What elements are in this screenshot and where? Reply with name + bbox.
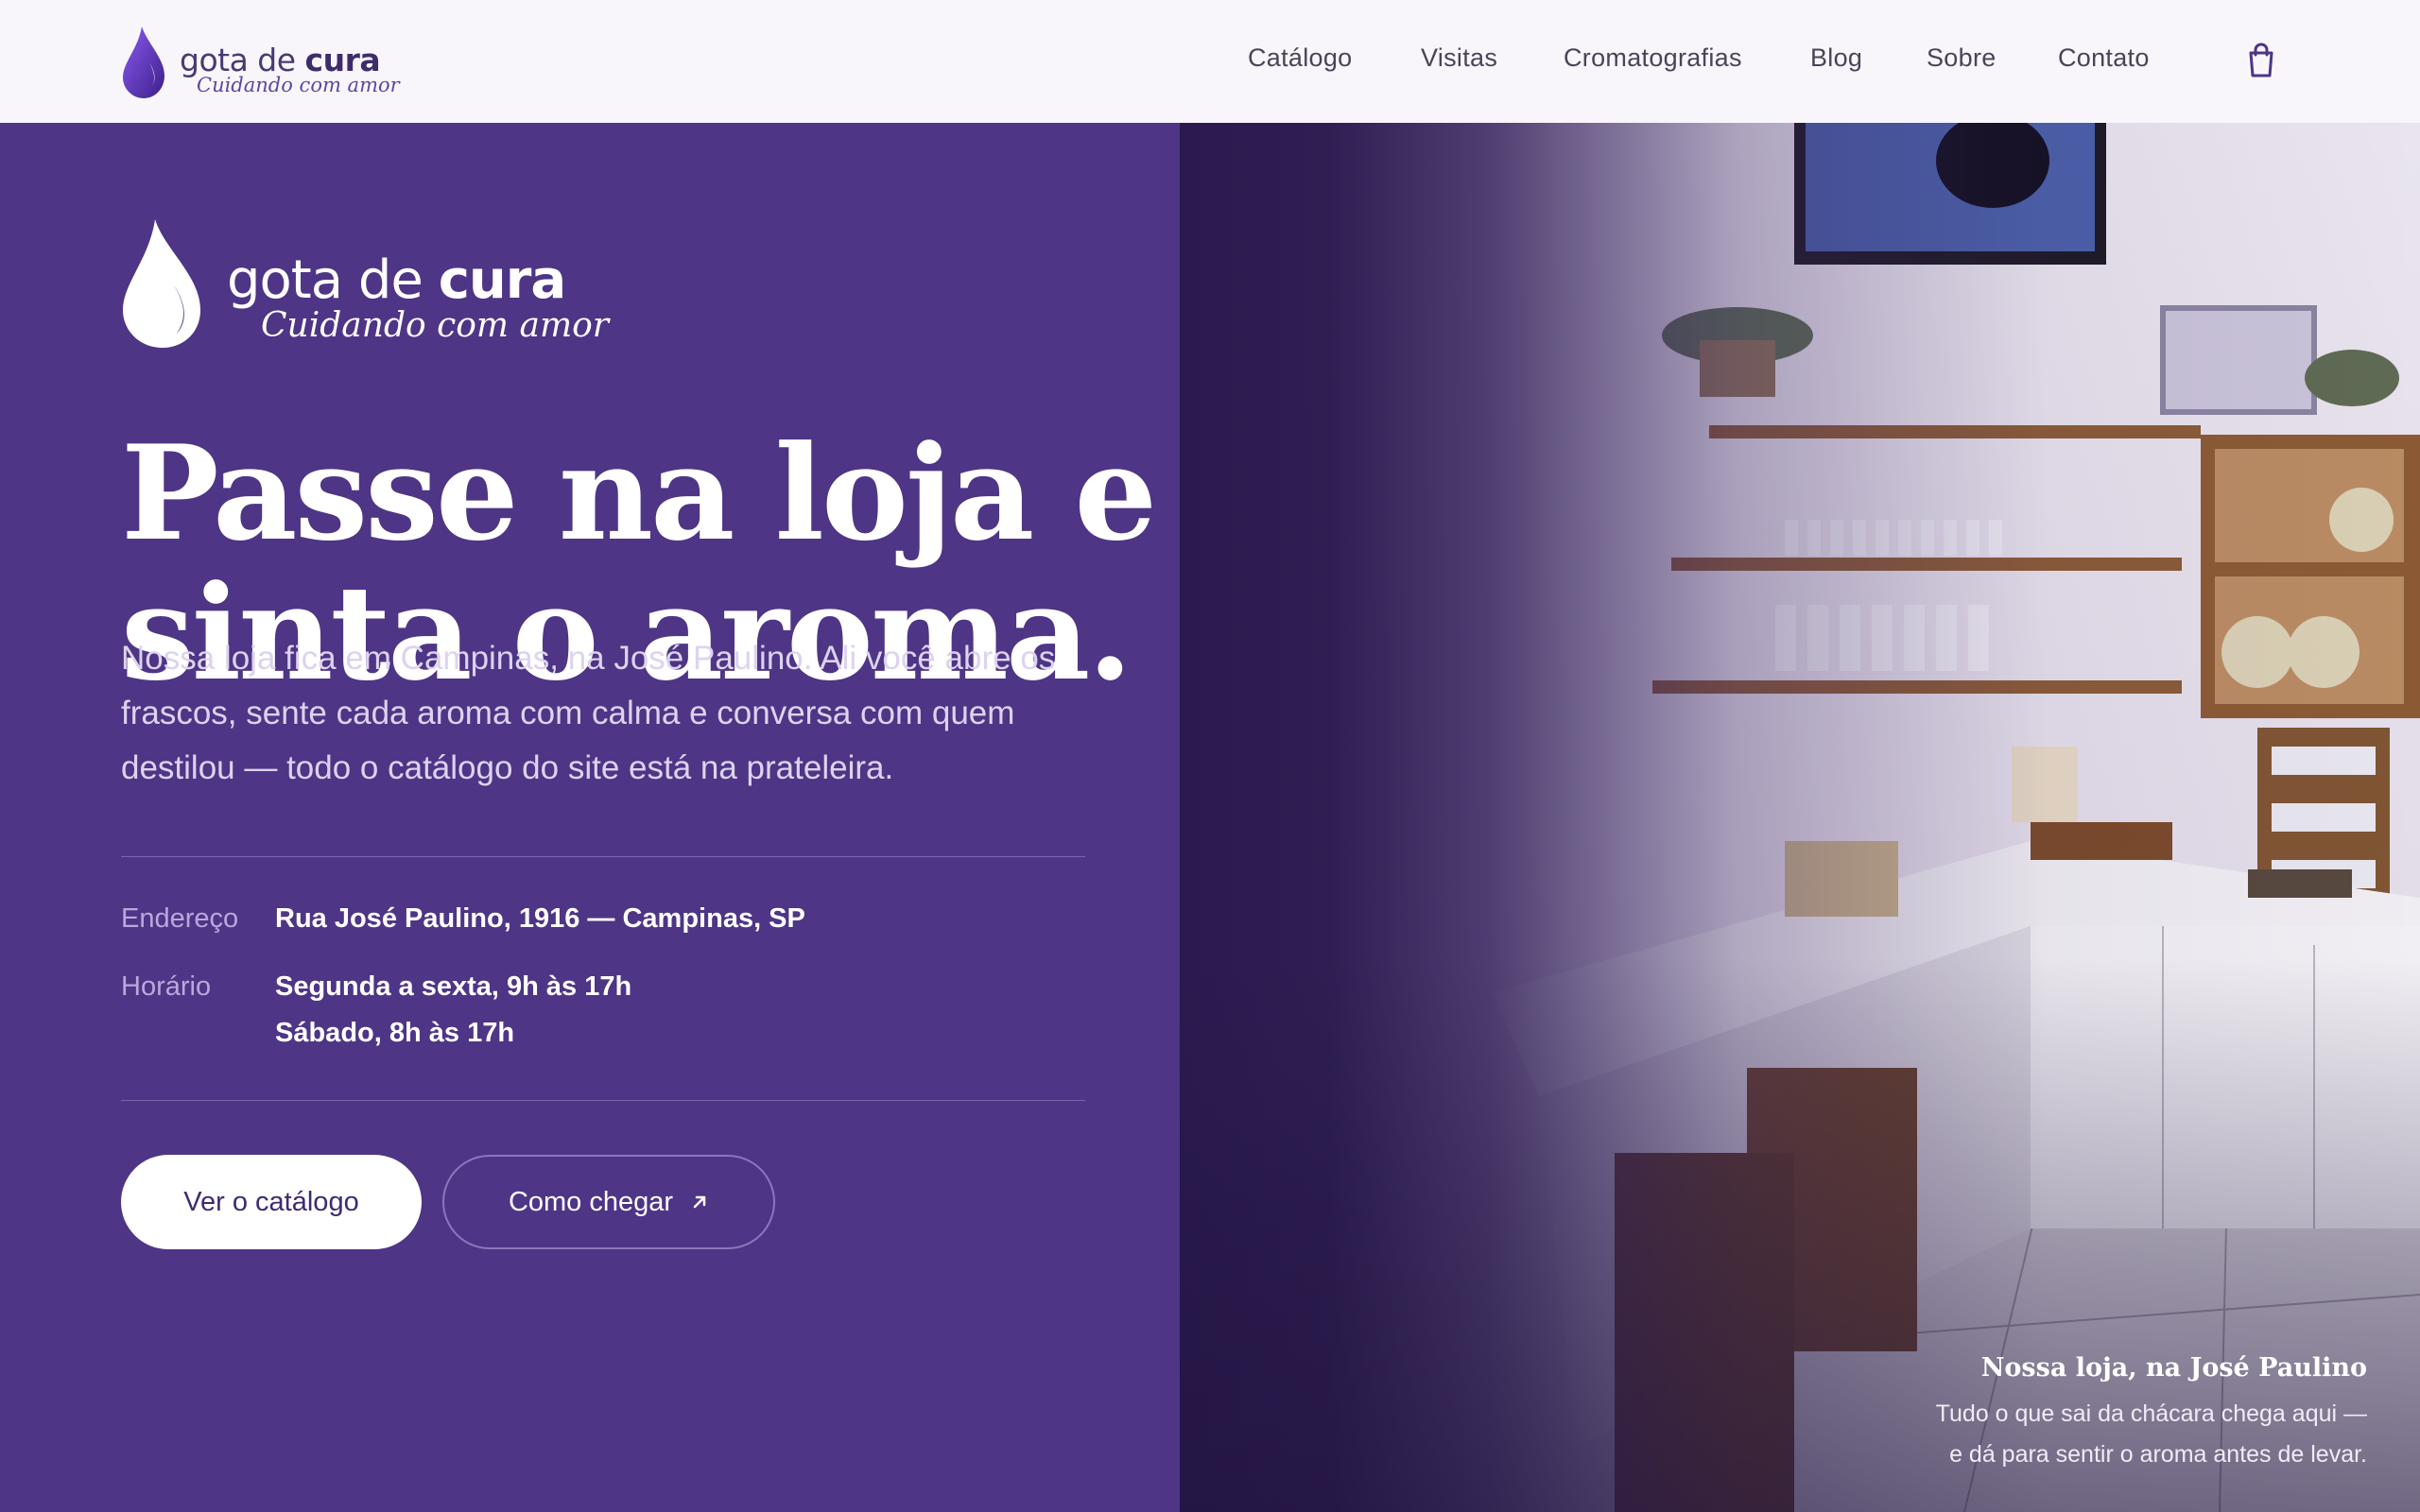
- headline-line-1: Passe na loja e: [121, 416, 1157, 570]
- photo-caption: Nossa loja, na José Paulino Tudo o que s…: [1923, 1353, 2367, 1475]
- drop-icon: [123, 26, 164, 98]
- hero-brand-name: gota de cura: [227, 249, 566, 311]
- nav-visitas[interactable]: Visitas: [1421, 43, 1497, 81]
- hours-weekdays: Segunda a sexta, 9h às 17h: [275, 971, 632, 1002]
- header-logo[interactable]: gota de cura Cuidando com amor: [121, 25, 400, 100]
- store-photo: Nossa loja, na José Paulino Tudo o que s…: [1180, 123, 2420, 1512]
- caption-title: Nossa loja, na José Paulino: [1980, 1353, 2367, 1383]
- nav-cromatografias[interactable]: Cromatografias: [1564, 43, 1742, 81]
- hours-saturday: Sábado, 8h às 17h: [275, 1018, 515, 1048]
- hero-section: gota de cura Cuidando com amor Passe na …: [0, 123, 1180, 1512]
- photo-bottom-overlay: [1180, 123, 2420, 1512]
- divider: [121, 1100, 1085, 1101]
- hero-brand-tagline: Cuidando com amor: [261, 306, 609, 345]
- hero-intro: Nossa loja fica em Campinas, na José Pau…: [121, 640, 1056, 786]
- caption-text: Tudo o que sai da chácara chega aqui — e…: [1935, 1400, 2367, 1468]
- arrow-up-right-icon: [693, 1195, 706, 1209]
- divider: [121, 856, 1085, 857]
- shopping-bag-icon[interactable]: [2244, 42, 2278, 79]
- nav-sobre[interactable]: Sobre: [1927, 43, 1996, 81]
- catalog-button[interactable]: Ver o catálogo: [121, 1155, 422, 1249]
- address-label: Endereço: [121, 903, 239, 934]
- nav-blog[interactable]: Blog: [1810, 43, 1862, 81]
- hours-label: Horário: [121, 971, 212, 1002]
- address-value: Rua José Paulino, 1916 — Campinas, SP: [275, 903, 805, 934]
- site-header: gota de cura Cuidando com amor Catálogo …: [0, 0, 2420, 123]
- directions-button-label: Como chegar: [508, 1186, 674, 1217]
- nav-contato[interactable]: Contato: [2058, 43, 2150, 81]
- nav-catalogo[interactable]: Catálogo: [1248, 43, 1352, 81]
- hero-logo: gota de cura Cuidando com amor: [121, 217, 609, 359]
- directions-button[interactable]: Como chegar: [442, 1155, 775, 1249]
- drop-icon: [123, 219, 200, 348]
- brand-tagline: Cuidando com amor: [197, 74, 400, 96]
